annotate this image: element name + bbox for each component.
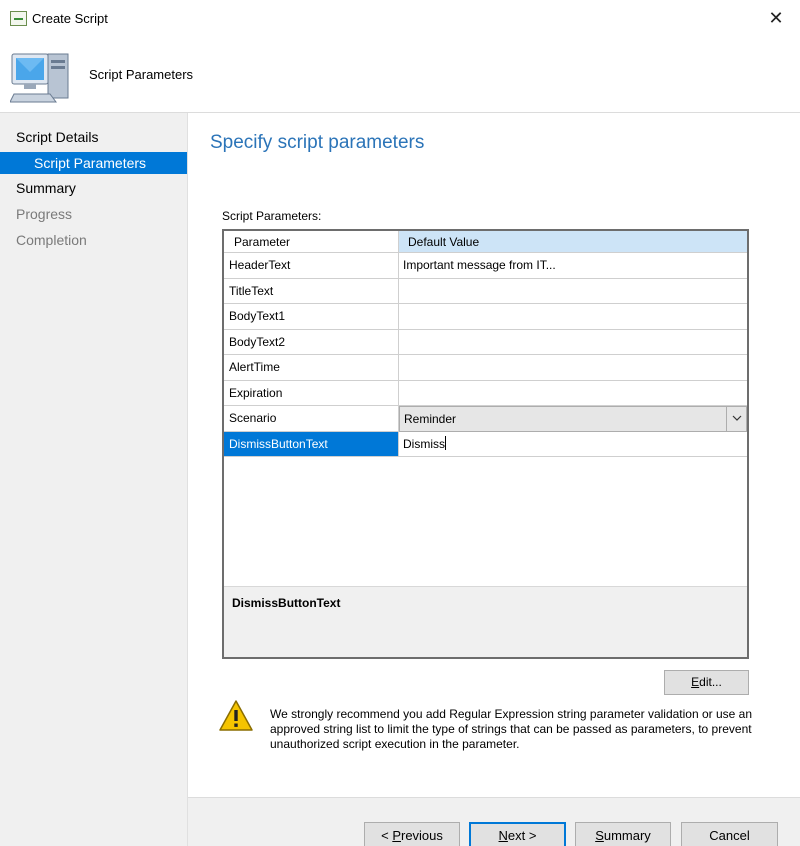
table-row[interactable]: HeaderText Important message from IT... bbox=[224, 253, 747, 279]
text-caret bbox=[445, 435, 446, 450]
scenario-dropdown[interactable]: Reminder bbox=[399, 406, 747, 432]
app-icon bbox=[10, 11, 27, 26]
wizard-header: Script Parameters bbox=[0, 38, 800, 113]
table-row[interactable]: BodyText2 bbox=[224, 329, 747, 355]
parameter-name-cell[interactable]: BodyText2 bbox=[224, 329, 399, 355]
edit-button[interactable]: Edit... bbox=[664, 670, 749, 695]
warning-message: We strongly recommend you add Regular Ex… bbox=[270, 707, 753, 751]
sidebar-item-progress: Progress bbox=[16, 206, 73, 222]
parameter-name-cell[interactable]: DismissButtonText bbox=[224, 431, 399, 457]
sidebar-item-script-details[interactable]: Script Details bbox=[0, 126, 187, 148]
sidebar-item-script-parameters[interactable]: Script Parameters bbox=[0, 152, 187, 174]
title-bar: Create Script ✕ bbox=[0, 0, 800, 38]
parameter-name-cell[interactable]: AlertTime bbox=[224, 355, 399, 381]
column-header-parameter[interactable]: Parameter bbox=[224, 231, 399, 253]
wizard-sidebar: Script Details Script Parameters Summary… bbox=[0, 113, 188, 846]
cancel-button[interactable]: Cancel bbox=[681, 822, 778, 846]
table-row[interactable]: Scenario Reminder bbox=[224, 406, 747, 432]
parameters-grid: Parameter Default Value HeaderText Impor… bbox=[222, 229, 749, 659]
grid-header: Parameter Default Value bbox=[224, 231, 747, 253]
wizard-footer: < Previous Next > Summary Cancel bbox=[188, 797, 800, 846]
sidebar-item-summary[interactable]: Summary bbox=[0, 177, 187, 199]
default-value-text: Dismiss bbox=[403, 436, 445, 451]
table-row-selected[interactable]: DismissButtonText Dismiss bbox=[224, 431, 747, 457]
main-panel: Specify script parameters Script Paramet… bbox=[188, 113, 800, 846]
table-row[interactable]: Expiration bbox=[224, 380, 747, 406]
header-title: Script Parameters bbox=[89, 67, 194, 82]
default-value-cell[interactable] bbox=[399, 381, 747, 406]
grid-label: Script Parameters: bbox=[222, 209, 322, 223]
default-value-cell[interactable] bbox=[399, 355, 747, 381]
computer-icon bbox=[10, 53, 69, 103]
page-title: Specify script parameters bbox=[210, 132, 425, 153]
parameter-name-cell[interactable]: HeaderText bbox=[224, 253, 399, 279]
scenario-selected-value: Reminder bbox=[404, 412, 457, 426]
parameter-name-cell[interactable]: BodyText1 bbox=[224, 304, 399, 330]
previous-button[interactable]: < Previous bbox=[364, 822, 460, 846]
table-row[interactable]: TitleText bbox=[224, 278, 747, 304]
parameter-name-cell[interactable]: Expiration bbox=[224, 380, 399, 406]
warning-icon bbox=[219, 700, 253, 731]
chevron-down-icon[interactable] bbox=[726, 407, 746, 431]
description-title: DismissButtonText bbox=[232, 596, 341, 610]
default-value-cell[interactable] bbox=[399, 279, 747, 304]
default-value-cell[interactable]: Important message from IT... bbox=[399, 253, 747, 279]
description-panel: DismissButtonText bbox=[224, 586, 747, 657]
table-row[interactable]: AlertTime bbox=[224, 355, 747, 381]
close-icon[interactable]: ✕ bbox=[762, 4, 790, 32]
default-value-cell[interactable] bbox=[399, 330, 747, 355]
window-title: Create Script bbox=[32, 11, 108, 26]
sidebar-item-completion: Completion bbox=[16, 232, 87, 248]
next-button[interactable]: Next > bbox=[469, 822, 566, 846]
column-header-default-value[interactable]: Default Value bbox=[399, 231, 747, 253]
summary-button[interactable]: Summary bbox=[575, 822, 671, 846]
default-value-input[interactable]: Dismiss bbox=[399, 432, 747, 457]
parameter-name-cell[interactable]: TitleText bbox=[224, 278, 399, 304]
table-row[interactable]: BodyText1 bbox=[224, 304, 747, 330]
default-value-cell[interactable] bbox=[399, 304, 747, 330]
parameter-name-cell[interactable]: Scenario bbox=[224, 406, 399, 432]
